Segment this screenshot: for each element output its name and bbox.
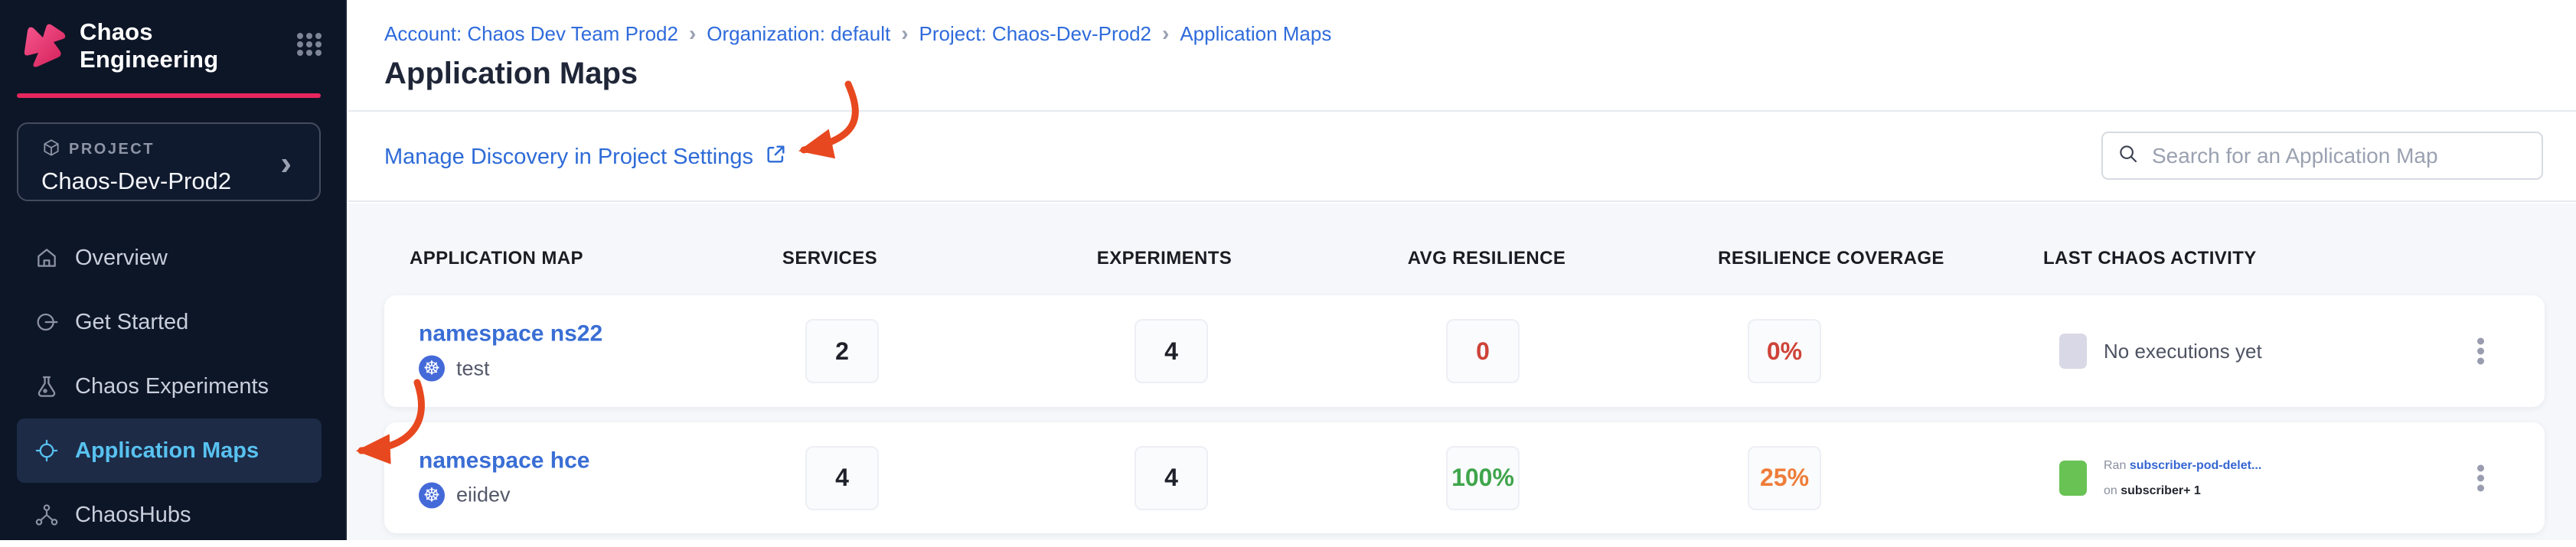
table-row[interactable]: namespace hce ☸ eiidev 4 4 100% 25% Ran … bbox=[384, 422, 2545, 533]
resilience-coverage-value: 25% bbox=[1748, 446, 1821, 510]
row-options-menu-icon[interactable] bbox=[2469, 460, 2492, 496]
no-executions-text: No executions yet bbox=[2104, 340, 2262, 363]
application-map-subtitle: eiidev bbox=[456, 484, 511, 507]
sidebar-item-get-started[interactable]: Get Started bbox=[17, 290, 322, 354]
column-header-avg-resilience: AVG RESILIENCE bbox=[1408, 248, 1566, 269]
project-name: Chaos-Dev-Prod2 bbox=[41, 168, 301, 195]
breadcrumb-organization-link[interactable]: Organization: default bbox=[707, 22, 890, 46]
sidebar-menu: Overview Get Started Chaos Experiments bbox=[0, 226, 345, 547]
target-icon bbox=[34, 438, 59, 463]
search-box bbox=[2101, 132, 2543, 180]
experiment-run-link[interactable]: subscriber-pod-delet... bbox=[2130, 459, 2261, 472]
avg-resilience-value: 0 bbox=[1446, 319, 1520, 383]
experiments-count: 4 bbox=[1135, 319, 1208, 383]
on-label: on bbox=[2104, 484, 2117, 497]
module-accent-rule bbox=[17, 93, 321, 98]
sidebar-item-application-maps[interactable]: Application Maps bbox=[17, 418, 322, 483]
table-row[interactable]: namespace ns22 ☸ test 2 4 0 0% No execut… bbox=[384, 295, 2545, 407]
column-header-services: SERVICES bbox=[782, 248, 877, 269]
services-count: 2 bbox=[805, 319, 879, 383]
services-count: 4 bbox=[805, 446, 879, 510]
main-area: Account: Chaos Dev Team Prod2 › Organiza… bbox=[348, 0, 2576, 540]
application-maps-table: APPLICATION MAP SERVICES EXPERIMENTS AVG… bbox=[348, 203, 2576, 540]
kubernetes-icon: ☸ bbox=[419, 482, 445, 508]
breadcrumb-project-link[interactable]: Project: Chaos-Dev-Prod2 bbox=[919, 22, 1151, 46]
app-title: Chaos Engineering bbox=[80, 18, 296, 73]
avg-resilience-value: 100% bbox=[1446, 446, 1520, 510]
breadcrumb-account-link[interactable]: Account: Chaos Dev Team Prod2 bbox=[384, 22, 678, 46]
column-header-experiments: EXPERIMENTS bbox=[1097, 248, 1232, 269]
application-map-link[interactable]: namespace hce bbox=[419, 448, 589, 474]
row-options-menu-icon[interactable] bbox=[2469, 334, 2492, 370]
sidebar-item-chaos-experiments[interactable]: Chaos Experiments bbox=[17, 354, 322, 418]
home-icon bbox=[34, 246, 59, 270]
application-map-name-cell: namespace hce ☸ eiidev bbox=[419, 448, 589, 508]
status-square bbox=[2059, 461, 2087, 496]
resilience-coverage-value: 0% bbox=[1748, 319, 1821, 383]
chaos-engineering-logo-icon bbox=[23, 24, 66, 68]
flask-icon bbox=[34, 374, 59, 399]
chevron-right-icon: › bbox=[280, 148, 292, 179]
last-chaos-activity-cell: Ran subscriber-pod-delet... on subscribe… bbox=[2059, 453, 2261, 503]
sidebar-item-label: ChaosHubs bbox=[75, 503, 191, 528]
column-header-last-chaos-activity: LAST CHAOS ACTIVITY bbox=[2043, 248, 2257, 269]
manage-discovery-link[interactable]: Manage Discovery in Project Settings bbox=[384, 142, 788, 172]
app-launcher-grid-icon[interactable] bbox=[296, 33, 322, 60]
application-map-name-cell: namespace ns22 ☸ test bbox=[419, 321, 602, 382]
sidebar-item-label: Get Started bbox=[75, 310, 188, 335]
project-label: PROJECT bbox=[69, 141, 155, 158]
chevron-separator-icon: › bbox=[901, 21, 908, 46]
kubernetes-icon: ☸ bbox=[419, 356, 445, 382]
column-header-application-map: APPLICATION MAP bbox=[410, 248, 583, 269]
external-link-icon bbox=[764, 142, 788, 172]
sidebar-item-overview[interactable]: Overview bbox=[17, 226, 322, 290]
experiment-target: subscriber+ 1 bbox=[2121, 484, 2201, 497]
sidebar-header: Chaos Engineering bbox=[0, 0, 345, 92]
experiments-count: 4 bbox=[1135, 446, 1208, 510]
sidebar-item-chaoshubs[interactable]: ChaosHubs bbox=[17, 483, 322, 547]
sidebar-item-label: Application Maps bbox=[75, 438, 259, 464]
breadcrumb: Account: Chaos Dev Team Prod2 › Organiza… bbox=[384, 21, 1331, 46]
application-map-link[interactable]: namespace ns22 bbox=[419, 321, 602, 347]
last-chaos-activity-cell: No executions yet bbox=[2059, 334, 2262, 369]
manage-discovery-link-label: Manage Discovery in Project Settings bbox=[384, 145, 753, 170]
sidebar-item-label: Overview bbox=[75, 246, 168, 271]
sidebar: Chaos Engineering PROJECT Chaos-Dev-Prod… bbox=[0, 0, 347, 540]
page-header: Account: Chaos Dev Team Prod2 › Organiza… bbox=[348, 0, 2576, 112]
toolbar: Manage Discovery in Project Settings bbox=[348, 113, 2576, 202]
project-cube-icon bbox=[41, 138, 61, 161]
chevron-separator-icon: › bbox=[1162, 21, 1169, 46]
chevron-separator-icon: › bbox=[689, 21, 696, 46]
project-selector[interactable]: PROJECT Chaos-Dev-Prod2 › bbox=[17, 122, 321, 201]
ran-label: Ran bbox=[2104, 459, 2126, 472]
get-started-icon bbox=[34, 310, 59, 334]
column-header-resilience-coverage: RESILIENCE COVERAGE bbox=[1718, 248, 1944, 269]
sidebar-item-label: Chaos Experiments bbox=[75, 374, 269, 399]
application-map-subtitle: test bbox=[456, 357, 490, 380]
network-icon bbox=[34, 503, 59, 527]
search-icon bbox=[2117, 142, 2140, 169]
page-title: Application Maps bbox=[384, 57, 638, 91]
status-square bbox=[2059, 334, 2087, 369]
search-input[interactable] bbox=[2152, 144, 2528, 168]
breadcrumb-current-page[interactable]: Application Maps bbox=[1180, 22, 1331, 46]
